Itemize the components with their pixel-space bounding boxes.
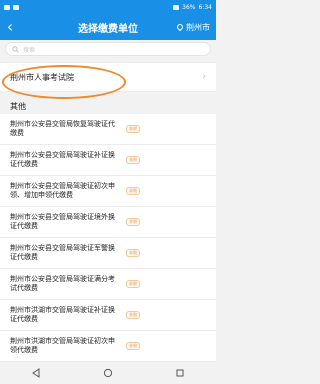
category-badge: 非税: [126, 280, 140, 288]
list-item[interactable]: 荆州市公安县交管局驾驶证军警换证代缴费 非税: [0, 238, 216, 269]
highlight-annotation: [2, 65, 126, 99]
category-badge: 非税: [126, 249, 140, 257]
section-label: 其他: [10, 102, 26, 111]
battery-level: 36%: [182, 3, 196, 11]
status-bar: 36% 6:34: [0, 0, 216, 14]
search-icon: [12, 45, 19, 53]
system-nav-bar: [0, 362, 216, 384]
list-item[interactable]: 荆州市洪湖市交管局驾驶证初次申领代缴费 非税: [0, 331, 216, 362]
triangle-back-icon: [32, 368, 40, 378]
app-icon: [13, 4, 19, 10]
list-item[interactable]: 荆州市公安县交管局驾驶证满分考试代缴费 非税: [0, 269, 216, 300]
list-item[interactable]: 荆州市洪湖市交管局驾驶证补证换证代缴费 非税: [0, 300, 216, 331]
list-item-label: 荆州市公安县交管局驾驶证满分考试代缴费: [10, 275, 115, 292]
nav-home-button[interactable]: [98, 364, 118, 382]
circle-home-icon: [103, 368, 113, 378]
list-item-label: 荆州市公安县交管局驾驶证补证换证代缴费: [10, 151, 115, 168]
list-item-label: 荆州市洪湖市交管局驾驶证初次申领代缴费: [10, 337, 115, 354]
list-item-label: 荆州市公安县交管局驾驶证军警换证代缴费: [10, 244, 115, 261]
chevron-left-icon: ‹: [6, 17, 14, 36]
list-item[interactable]: 荆州市公安县交管局驾驶证境外换证代缴费 非税: [0, 207, 216, 238]
category-badge: 非税: [126, 311, 140, 319]
list-item[interactable]: 荆州市公安县交管局恢复驾驶证代缴费 非税: [0, 114, 216, 145]
list-item[interactable]: 荆州市公安县交管局驾驶证初次申领、增加申领代缴费 非税: [0, 176, 216, 207]
status-time: 6:34: [198, 3, 212, 11]
location-pin-icon: [175, 22, 185, 32]
category-badge: 非税: [126, 187, 140, 195]
list-item[interactable]: 荆州市公安县交管局驾驶证补证换证代缴费 非税: [0, 145, 216, 176]
list-item-label: 荆州市洪湖市交管局驾驶证补证换证代缴费: [10, 306, 115, 323]
list-item-label: 荆州市公安县交管局恢复驾驶证代缴费: [10, 120, 115, 137]
category-badge: 非税: [126, 156, 140, 164]
list-item-label: 荆州市公安县交管局驾驶证初次申领、增加申领代缴费: [10, 182, 115, 199]
list-item-label: 荆州市公安县交管局驾驶证境外换证代缴费: [10, 213, 115, 230]
chevron-right-icon: ›: [202, 72, 206, 82]
nav-back-button[interactable]: [26, 364, 46, 382]
back-button[interactable]: ‹: [0, 14, 20, 40]
unit-list: 荆州市公安县交管局恢复驾驶证代缴费 非税 荆州市公安县交管局驾驶证补证换证代缴费…: [0, 114, 216, 362]
category-badge: 非税: [126, 218, 140, 226]
search-placeholder: 搜索: [23, 46, 36, 54]
square-recents-icon: [176, 369, 184, 377]
city-selector[interactable]: 荆州市: [175, 22, 216, 33]
app-header: ‹ 选择缴费单位 荆州市: [0, 14, 216, 40]
nav-recents-button[interactable]: [170, 364, 190, 382]
search-input[interactable]: 搜索: [5, 42, 211, 56]
notification-icon: [4, 4, 10, 10]
wifi-icon: [173, 4, 180, 10]
search-area: 搜索: [0, 40, 216, 58]
category-badge: 非税: [126, 125, 140, 133]
city-label: 荆州市: [186, 22, 210, 32]
category-badge: 非税: [126, 342, 140, 350]
